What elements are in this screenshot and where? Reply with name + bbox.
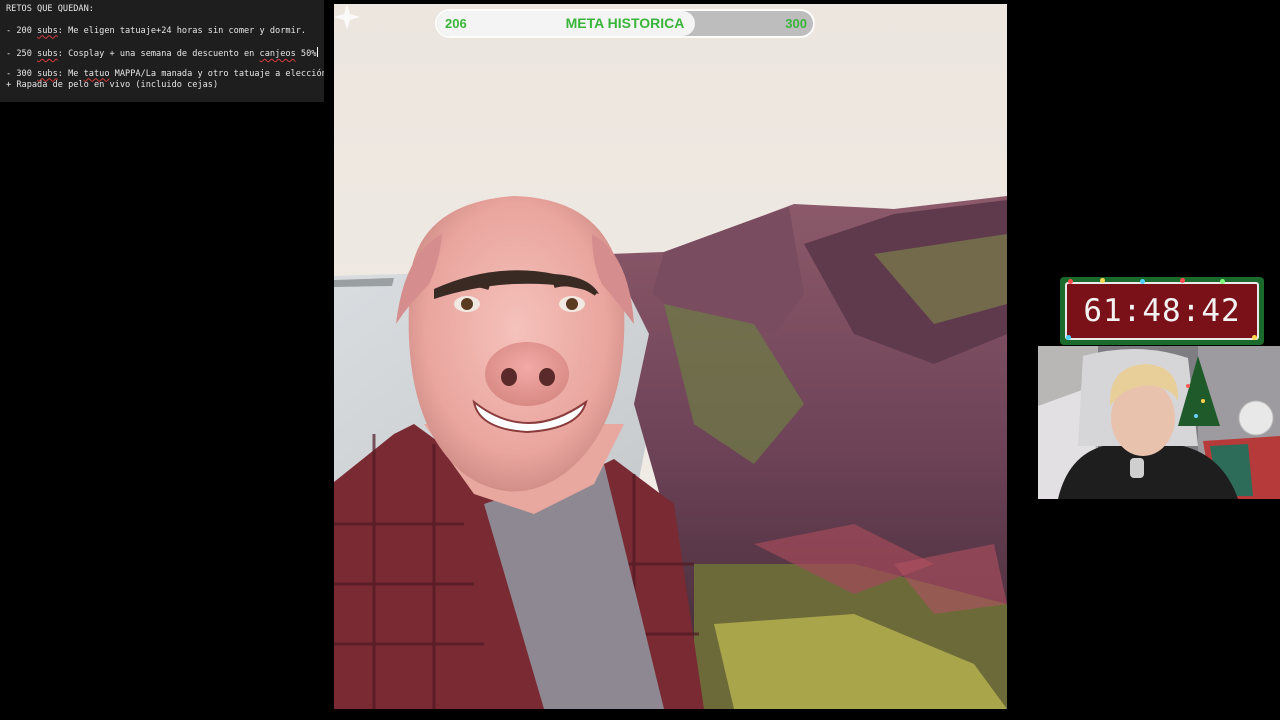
timer-value: 61:48:42 xyxy=(1065,282,1259,340)
streamer-webcam-image xyxy=(1038,346,1280,499)
webcam-feed xyxy=(1038,346,1280,499)
notes-item-text: : Me eligen tatuaje+24 horas sin comer y… xyxy=(57,25,307,36)
challenges-notes-panel[interactable]: RETOS QUE QUEDAN: - 200 subs: Me eligen … xyxy=(0,0,324,102)
notes-item-prefix: - 250 xyxy=(6,49,38,59)
text-caret xyxy=(317,47,319,57)
notes-item-text: : Me xyxy=(57,68,84,79)
notes-item-tail: 50% xyxy=(295,49,317,59)
pig-selfie-illustration xyxy=(334,4,1007,709)
notes-item-word: canjeos xyxy=(259,49,296,59)
decoration-light-icon xyxy=(1066,335,1071,340)
decoration-light-icon xyxy=(1068,279,1073,284)
decoration-light-icon xyxy=(1180,278,1185,283)
notes-item-300: - 300 subs: Me tatuo MAPPA/La manada y o… xyxy=(6,69,324,80)
subscriber-goal-bar: 206 META HISTORICA 300 xyxy=(437,11,813,36)
decoration-light-icon xyxy=(1252,335,1257,340)
notes-item-word: tatuo xyxy=(83,68,110,79)
notes-item-prefix: - 200 xyxy=(6,25,38,36)
notes-item-250: - 250 subs: Cosplay + una semana de desc… xyxy=(6,47,324,59)
notes-item-200: - 200 subs: Me eligen tatuaje+24 horas s… xyxy=(6,26,324,37)
goal-target-count: 300 xyxy=(785,16,807,31)
notes-item-text: : Cosplay + una semana de descuento en xyxy=(57,49,260,59)
countdown-timer: 61:48:42 xyxy=(1060,277,1264,345)
notes-item-text2: MAPPA/La manada y otro tatuaje a elecció… xyxy=(109,68,324,79)
decoration-light-icon xyxy=(1100,278,1105,283)
decoration-light-icon xyxy=(1220,279,1225,284)
decoration-light-icon xyxy=(1140,279,1145,284)
notes-extra-line: + Rapada de pelo en vivo (incluido cejas… xyxy=(6,79,219,90)
goal-title: META HISTORICA xyxy=(565,15,685,31)
notes-item-subs: subs xyxy=(37,49,58,59)
notes-item-prefix: - 300 xyxy=(6,68,38,79)
notes-item-subs: subs xyxy=(37,68,58,79)
notes-item-subs: subs xyxy=(37,25,58,36)
sparkle-icon xyxy=(334,4,360,30)
notes-heading: RETOS QUE QUEDAN: xyxy=(6,4,94,14)
main-image xyxy=(334,4,1007,709)
